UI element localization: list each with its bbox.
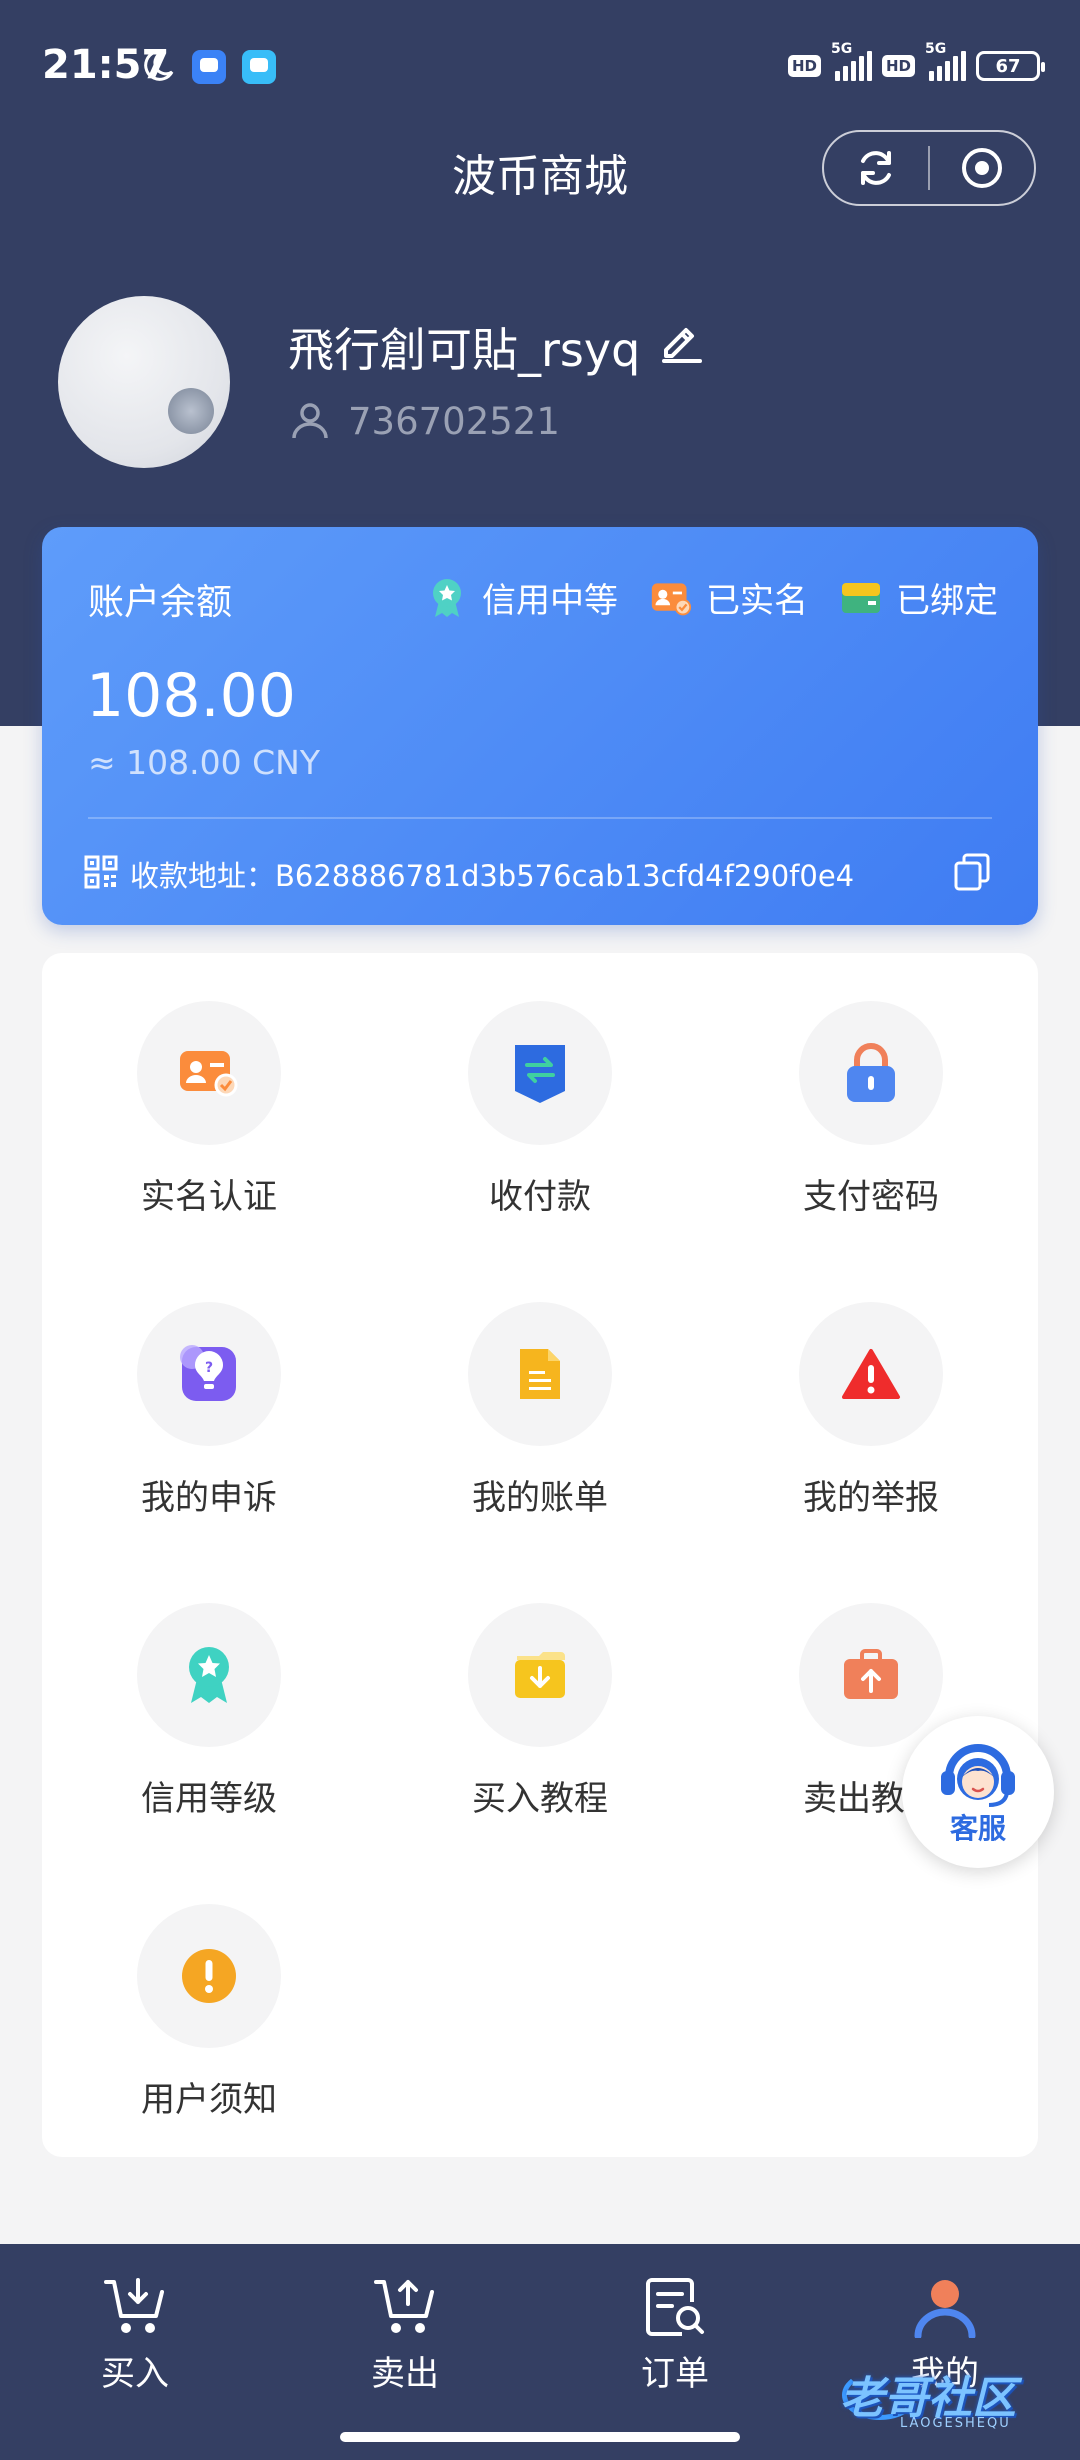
home-indicator[interactable] <box>340 2432 740 2442</box>
target-icon <box>961 148 1002 188</box>
bill-icon <box>520 1349 560 1399</box>
sell-tutorial-icon <box>844 1649 898 1699</box>
ribbon-icon <box>433 578 461 617</box>
tab-buy[interactable]: 买入 <box>35 2276 235 2395</box>
cart-out-icon <box>374 2280 434 2333</box>
avatar[interactable] <box>58 296 230 468</box>
order-icon <box>646 2278 704 2336</box>
customer-service-label: 客服 <box>949 1812 1006 1845</box>
qr-code-icon[interactable] <box>84 855 118 889</box>
verified-badge[interactable]: 已实名 <box>650 573 808 622</box>
info-icon <box>182 1949 236 2003</box>
close-miniapp-button[interactable] <box>930 132 1034 204</box>
menu-item-bills[interactable]: 我的账单 <box>415 1302 665 1542</box>
verified-badge-label: 已实名 <box>706 581 808 621</box>
battery-icon: 67 <box>976 51 1045 81</box>
profile-icon <box>914 2280 976 2338</box>
username: 飛行創可貼_rsyq <box>288 323 641 377</box>
user-id: 736702521 <box>348 400 560 443</box>
edit-icon[interactable] <box>658 318 704 364</box>
moon-icon <box>144 49 174 81</box>
miniapp-capsule <box>822 130 1036 206</box>
menu-label: 用户须知 <box>141 2080 277 2120</box>
warning-icon <box>842 1349 900 1399</box>
balance-card: 账户余额 信用中等 已实名 已绑定 108.00 ≈ 108.00 CNY 收款… <box>42 527 1038 925</box>
customer-service-button[interactable]: 客服 <box>902 1716 1054 1868</box>
balance-cny: ≈ 108.00 CNY <box>88 743 320 782</box>
credit-badge[interactable]: 信用中等 <box>426 573 618 622</box>
tab-orders[interactable]: 订单 <box>575 2276 775 2395</box>
menu-label: 实名认证 <box>141 1177 277 1217</box>
headset-icon <box>941 1744 1015 1807</box>
copy-icon[interactable] <box>954 853 990 891</box>
credit-badge-label: 信用中等 <box>482 581 618 621</box>
menu-label: 我的举报 <box>803 1478 939 1518</box>
appeal-icon: ? <box>180 1345 236 1401</box>
bound-badge[interactable]: 已绑定 <box>840 573 998 622</box>
menu-item-payments[interactable]: 收付款 <box>415 1001 665 1241</box>
menu-label: 收付款 <box>489 1177 591 1217</box>
signal-icon: 5G <box>831 41 872 81</box>
card-divider <box>88 817 992 819</box>
refresh-button[interactable] <box>824 132 928 204</box>
menu-label: 信用等级 <box>141 1779 277 1819</box>
watermark-subtext: LAOGESHEQU <box>900 2416 1011 2431</box>
menu-label: 支付密码 <box>803 1177 939 1217</box>
menu-item-pay-password[interactable]: 支付密码 <box>746 1001 996 1241</box>
bound-badge-label: 已绑定 <box>896 581 998 621</box>
menu-item-buy-tutorial[interactable]: 买入教程 <box>415 1603 665 1843</box>
tab-sell[interactable]: 卖出 <box>305 2276 505 2395</box>
wallet-icon <box>842 582 880 613</box>
id-card-icon <box>651 582 692 615</box>
hd-badge: HD <box>787 55 821 77</box>
id-card-icon <box>180 1051 238 1097</box>
balance-label: 账户余额 <box>88 582 233 623</box>
status-indicators: HD 5G HD 5G 67 <box>787 41 1045 86</box>
menu-label: 买入教程 <box>472 1779 608 1819</box>
notification-app-icon <box>192 50 226 84</box>
menu-item-user-notice[interactable]: 用户须知 <box>84 1904 334 2144</box>
ribbon-icon <box>189 1647 229 1703</box>
cart-in-icon <box>104 2278 164 2333</box>
balance-amount: 108.00 <box>86 661 296 731</box>
menu-item-credit-level[interactable]: 信用等级 <box>84 1603 334 1843</box>
menu-label: 我的账单 <box>472 1478 608 1518</box>
status-bar: 21:57 HD 5G HD 5G 67 <box>0 0 1080 130</box>
transfer-icon <box>515 1045 565 1103</box>
notification-app-icon <box>242 50 276 84</box>
signal-icon: 5G <box>925 41 966 81</box>
lock-icon <box>847 1043 895 1102</box>
refresh-icon <box>861 151 891 185</box>
menu-item-appeal[interactable]: ? 我的申诉 <box>84 1302 334 1542</box>
menu-item-report[interactable]: 我的举报 <box>746 1302 996 1542</box>
buy-tutorial-icon <box>515 1652 565 1698</box>
menu-item-real-name[interactable]: 实名认证 <box>84 1001 334 1241</box>
status-badges: 信用中等 已实名 已绑定 <box>426 573 998 622</box>
tab-label: 订单 <box>641 2354 709 2394</box>
tab-label: 卖出 <box>371 2354 439 2394</box>
user-icon <box>292 403 328 439</box>
menu-grid: 实名认证 收付款 支付密码 ? 我的申诉 我的账单 我的举报 信用等级 买入教程… <box>42 953 1038 2157</box>
svg-text:?: ? <box>205 1360 213 1376</box>
wallet-address: 收款地址：B628886781d3b576cab13cfd4f290f0e4 <box>130 859 855 893</box>
menu-label: 我的申诉 <box>141 1478 277 1518</box>
hd-badge: HD <box>881 55 915 77</box>
tab-label: 买入 <box>101 2354 169 2394</box>
